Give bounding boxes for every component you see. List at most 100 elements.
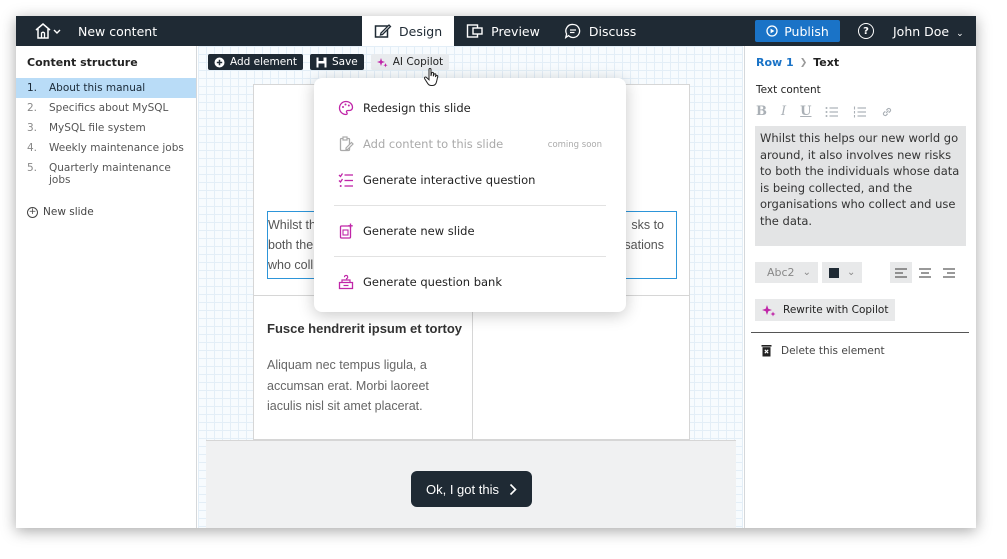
slide-number: 5. [27,162,38,174]
menu-item-label: Redesign this slide [363,101,471,115]
slide-label: MySQL file system [49,122,146,134]
bold-icon[interactable]: B [756,104,767,119]
menu-item-generate-interactive-question[interactable]: Generate interactive question [338,172,535,188]
tab-preview[interactable]: Preview [454,16,552,46]
slide-item-about-this-manual[interactable]: 1. About this manual [16,78,196,98]
alignment-controls [890,262,960,283]
slide-list: 1. About this manual 2. Specifics about … [16,78,196,190]
breadcrumb: Row 1 ❯ Text [756,56,839,69]
column-divider [472,295,473,441]
align-right-icon [943,267,955,278]
delete-element-button[interactable]: Delete this element [761,344,885,357]
floppy-disk-icon [316,57,327,67]
style-controls: Abc2 ⌄ ⌄ [755,262,863,283]
sparkle-icon [376,57,388,67]
slide-number: 3. [27,122,38,134]
slide-label: Quarterly maintenance jobs [49,162,171,186]
align-left-button[interactable] [890,262,912,283]
slide-number: 1. [27,82,38,94]
save-button[interactable]: Save [309,54,364,70]
text-line: sations [624,238,664,252]
menu-item-redesign-slide[interactable]: Redesign this slide [338,100,471,116]
slide-number: 4. [27,142,38,154]
checklist-icon [338,173,353,187]
bullet-list-icon[interactable] [825,106,839,118]
underline-icon[interactable]: U [800,104,811,119]
menu-item-generate-new-slide[interactable]: Generate new slide [338,223,475,239]
canvas-toolbar: Add element Save AI Copilot [208,54,450,70]
text-color-select[interactable]: ⌄ [821,262,863,283]
slide-item-quarterly-maintenance-jobs[interactable]: 5. Quarterly maintenance jobs [16,158,196,190]
menu-item-label: Generate new slide [363,224,475,238]
align-right-button[interactable] [938,262,960,283]
new-slide-button[interactable]: + New slide [27,206,94,218]
slide-number: 2. [27,102,38,114]
color-swatch [828,267,839,278]
ai-copilot-menu: Redesign this slide Add content to this … [314,78,626,312]
design-icon [374,24,392,38]
question-bank-icon [338,274,354,290]
trash-icon [761,345,772,357]
menu-item-generate-question-bank[interactable]: Generate question bank [338,274,502,290]
content-title[interactable]: New content [78,24,157,39]
slide-footer: Ok, I got this [206,440,736,528]
add-element-label: Add element [230,56,297,68]
breadcrumb-row-link[interactable]: Row 1 [756,56,794,69]
text-line: sks to [631,218,664,232]
tab-discuss[interactable]: Discuss [552,16,648,46]
slide-item-mysql-file-system[interactable]: 3. MySQL file system [16,118,196,138]
rewrite-with-copilot-button[interactable]: Rewrite with Copilot [755,299,896,321]
slide-label: About this manual [49,82,146,94]
slide-add-icon [339,223,353,239]
italic-icon[interactable]: I [781,104,786,119]
add-circle-icon [214,57,225,67]
ok-label: Ok, I got this [426,481,499,497]
menu-divider [334,256,606,257]
hand-pointer-cursor-icon [423,68,439,86]
user-menu[interactable]: John Doe ⌄ [893,24,964,39]
top-bar: New content Design Preview Discuss Publi… [16,16,976,46]
text-style-value: Abc2 [767,266,795,279]
menu-item-add-content: Add content to this slide [338,136,503,152]
mode-tabs: Design Preview Discuss [362,16,648,46]
text-element-visible-right: sks to sations [624,215,664,255]
breadcrumb-current: Text [813,56,840,69]
publish-button[interactable]: Publish [755,20,840,42]
slide-item-specifics-about-mysql[interactable]: 2. Specifics about MySQL [16,98,196,118]
link-icon[interactable] [881,106,893,118]
add-element-button[interactable]: Add element [208,54,303,70]
text-style-select[interactable]: Abc2 ⌄ [755,262,818,283]
menu-divider [334,205,606,206]
tab-design[interactable]: Design [362,16,455,46]
new-slide-label: New slide [43,206,94,218]
slide-label: Specifics about MySQL [49,102,169,114]
text-content-label: Text content [756,84,821,96]
home-icon [35,23,61,39]
user-name: John Doe [893,24,950,39]
chevron-right-icon: ❯ [799,57,808,68]
publish-label: Publish [784,23,829,39]
numbered-list-icon[interactable] [853,106,867,118]
align-left-icon [895,267,907,278]
chevron-down-icon: ⌄ [802,267,811,278]
chevron-down-icon: ⌄ [846,267,856,278]
formatting-toolbar: B I U [756,104,893,119]
slide-label: Weekly maintenance jobs [49,142,184,154]
sidebar-title: Content structure [27,56,138,69]
content-structure-sidebar: Content structure 1. About this manual 2… [16,46,197,528]
help-icon[interactable]: ? [858,23,874,39]
tab-design-label: Design [399,23,443,39]
preview-icon [466,24,483,38]
chevron-down-icon: ⌄ [956,29,964,39]
align-center-button[interactable] [914,262,936,283]
ok-got-this-button[interactable]: Ok, I got this [411,471,532,507]
home-menu[interactable] [34,22,66,40]
palette-icon [338,100,354,116]
menu-item-label: Generate interactive question [363,173,536,187]
tab-discuss-label: Discuss [588,23,637,39]
slide-item-weekly-maintenance-jobs[interactable]: 4. Weekly maintenance jobs [16,138,196,158]
text-content-editor[interactable]: Whilst this helps our new world go aroun… [755,126,966,246]
card-title[interactable]: Fusce hendrerit ipsum et tortoy [267,321,462,336]
save-label: Save [331,56,358,68]
card-body-text[interactable]: Aliquam nec tempus ligula, a accumsan er… [267,355,447,417]
